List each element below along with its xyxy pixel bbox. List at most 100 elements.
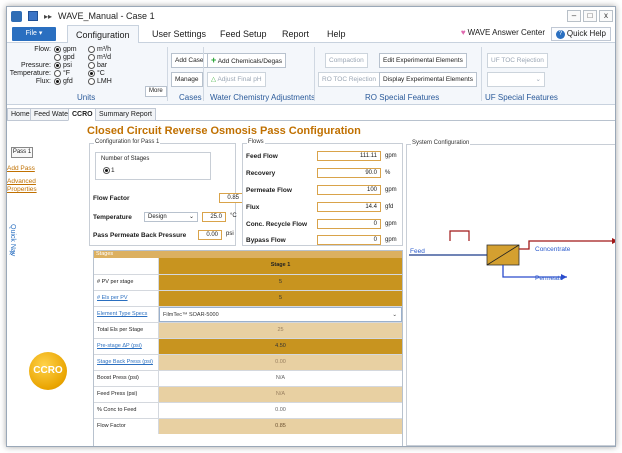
number-of-stages-frame: Number of Stages 1 — [95, 152, 211, 180]
app-window: ▸▸ WAVE_Manual - Case 1 – □ x File ▾ Con… — [6, 6, 616, 447]
pv-per-stage-value[interactable]: 5 — [159, 275, 402, 290]
uf-toc-rejection-button[interactable]: UF TOC Rejection — [487, 53, 548, 68]
flux-lmh-label: LMH — [97, 78, 112, 85]
tab-report[interactable]: Report — [282, 25, 309, 43]
number-of-stages-label: Number of Stages — [101, 156, 150, 162]
add-pass-link[interactable]: Add Pass — [7, 165, 35, 173]
back-pressure-unit: psi — [226, 231, 234, 237]
els-per-pv-link[interactable]: # Els per PV — [94, 291, 159, 306]
recovery-input[interactable]: 90.0 — [317, 168, 381, 178]
flows-frame: Flows Feed Flow 111.11 gpm Recovery 90.0… — [242, 139, 403, 246]
pressure-psi-radio[interactable] — [54, 62, 61, 69]
recovery-unit: % — [385, 170, 391, 176]
compaction-button[interactable]: Compaction — [325, 53, 368, 68]
quick-access-more-icon[interactable]: ▸▸ — [44, 12, 52, 21]
flow-m3h-radio[interactable] — [88, 46, 95, 53]
total-els-value: 25 — [159, 323, 402, 338]
permeate-label: Permeate — [535, 275, 564, 282]
adjust-ph-button[interactable]: △ Adjust Final pH — [207, 72, 266, 87]
tab-ccro[interactable]: CCRO — [68, 108, 97, 121]
temperature-mode-value: Design — [148, 214, 167, 220]
flux-gfd-radio[interactable] — [54, 78, 61, 85]
back-pressure-input[interactable]: 0.00 — [198, 230, 222, 240]
conc-recycle-flow-label: Conc. Recycle Flow — [246, 221, 308, 228]
table-row: % Conc to Feed 0.00 — [94, 402, 402, 418]
stages-table: Stages Stage 1 # PV per stage 5 # Els pe… — [93, 250, 403, 446]
flux-units-label: Flux: — [35, 78, 51, 85]
system-configuration-title: System Configuration — [411, 140, 471, 146]
flux-units-row: Flux: gfd LMH — [7, 78, 112, 85]
pass-1-button[interactable]: Pass 1 — [11, 147, 33, 158]
water-chemistry-group-label: Water Chemistry Adjustments — [210, 93, 316, 102]
conc-recycle-flow-unit: gpm — [385, 221, 397, 227]
chevron-down-icon: ⌄ — [392, 312, 397, 318]
uf-dropdown[interactable]: ⌄ — [487, 72, 545, 87]
tab-configuration[interactable]: Configuration — [67, 25, 139, 44]
flux-input[interactable]: 14.4 — [317, 202, 381, 212]
uf-special-group-label: UF Special Features — [485, 93, 558, 102]
pre-stage-dp-value[interactable]: 4.50 — [159, 339, 402, 354]
permeate-flow-input[interactable]: 100 — [317, 185, 381, 195]
manage-cases-button[interactable]: Manage — [171, 72, 203, 87]
flow-units-label: Flow: — [34, 46, 51, 53]
flow-gpm-radio[interactable] — [54, 46, 61, 53]
add-chemicals-button[interactable]: + Add Chemicals/Degas — [207, 53, 287, 68]
conc-recycle-flow-input[interactable]: 0 — [317, 219, 381, 229]
els-per-pv-value[interactable]: 5 — [159, 291, 402, 306]
table-row: Total Els per Stage 25 — [94, 322, 402, 338]
tab-user-settings[interactable]: User Settings — [152, 25, 206, 43]
temperature-f-radio[interactable] — [54, 70, 61, 77]
more-units-button[interactable]: More — [145, 86, 167, 97]
stage-flow-factor-value: 0.85 — [159, 419, 402, 434]
concentrate-label: Concentrate — [535, 246, 571, 253]
bypass-flow-input[interactable]: 0 — [317, 235, 381, 245]
temperature-c-radio[interactable] — [88, 70, 95, 77]
boost-press-label: Boost Press (psi) — [94, 371, 159, 386]
window-controls: – □ x — [565, 10, 613, 22]
recovery-label: Recovery — [246, 170, 276, 177]
maximize-button[interactable]: □ — [583, 10, 597, 22]
pressure-bar-radio[interactable] — [88, 62, 95, 69]
advanced-properties-link[interactable]: Advanced Properties — [7, 178, 37, 194]
tab-feed-setup[interactable]: Feed Setup — [220, 25, 267, 43]
ccro-logo: CCRO — [29, 352, 67, 390]
flow-factor-input[interactable]: 0.85 — [219, 193, 243, 203]
table-row: Pre-stage ΔP (psi) 4.50 — [94, 338, 402, 354]
tab-help[interactable]: Help — [327, 25, 346, 43]
flow-gpd-radio[interactable] — [54, 54, 61, 61]
permeate-flow-label: Permeate Flow — [246, 187, 292, 194]
plus-icon: + — [211, 55, 217, 65]
close-button[interactable]: x — [599, 10, 613, 22]
element-type-link[interactable]: Element Type Specs — [94, 307, 159, 322]
display-experimental-elements-button[interactable]: Display Experimental Elements — [379, 72, 477, 87]
expand-arrow-icon[interactable]: » — [9, 247, 14, 257]
temperature-input[interactable]: 25.0 — [202, 212, 226, 222]
pre-stage-dp-link[interactable]: Pre-stage ΔP (psi) — [94, 339, 159, 354]
element-type-select[interactable]: FilmTec™ SOAR-5000 ⌄ — [159, 307, 402, 322]
ro-toc-rejection-button[interactable]: RO TOC Rejection — [318, 72, 380, 87]
pressure-psi-label: psi — [63, 62, 72, 69]
tab-summary-report[interactable]: Summary Report — [95, 108, 156, 121]
flow-units-row: Flow: gpm m³/h — [7, 46, 111, 53]
flux-lmh-radio[interactable] — [88, 78, 95, 85]
recycle-line — [449, 230, 470, 241]
feed-flow-input[interactable]: 111.11 — [317, 151, 381, 161]
flux-label: Flux — [246, 204, 260, 211]
flow-m3d-radio[interactable] — [88, 54, 95, 61]
save-icon[interactable] — [28, 11, 38, 21]
stage-back-press-value: 0.00 — [159, 355, 402, 370]
edit-experimental-elements-button[interactable]: Edit Experimental Elements — [379, 53, 467, 68]
file-menu-button[interactable]: File ▾ — [12, 27, 56, 41]
stage-back-press-link[interactable]: Stage Back Press (psi) — [94, 355, 159, 370]
pressure-units-row: Pressure: psi bar — [7, 62, 107, 69]
answer-center-link[interactable]: ♥ WAVE Answer Center — [461, 28, 545, 37]
temperature-mode-select[interactable]: Design ⌄ — [144, 212, 198, 222]
table-row: Boost Press (psi) N/A — [94, 370, 402, 386]
back-pressure-label: Pass Permeate Back Pressure — [93, 232, 187, 239]
minimize-button[interactable]: – — [567, 10, 581, 22]
stages-1-radio[interactable] — [103, 167, 110, 174]
stages-column-header: Stage 1 — [94, 258, 402, 274]
boost-press-value: N/A — [275, 375, 286, 381]
quick-help-button[interactable]: ? Quick Help — [550, 27, 611, 41]
add-chemicals-label: Add Chemicals/Degas — [217, 58, 283, 65]
